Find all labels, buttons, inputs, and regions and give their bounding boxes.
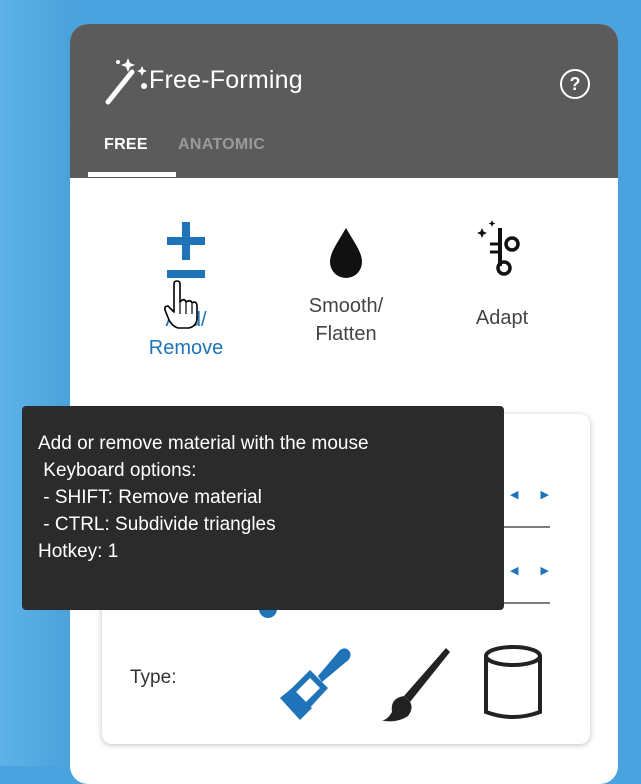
slider-2-arrows[interactable]: ◀▶ [510, 564, 571, 577]
background-left [0, 0, 74, 766]
tooltip: Add or remove material with the mouse Ke… [22, 406, 504, 610]
panel-title: Free-Forming [149, 66, 303, 94]
tool-smooth-flatten[interactable]: Smooth/ Flatten [266, 214, 426, 348]
help-circle-icon[interactable]: ? [560, 69, 590, 99]
tooltip-line-5: Hotkey: 1 [38, 541, 119, 562]
paint-brush-icon[interactable] [270, 640, 356, 726]
drop-icon [330, 228, 362, 278]
slider-1-arrows[interactable]: ◀▶ [510, 488, 571, 501]
active-tab-indicator [88, 172, 176, 177]
tooltip-line-4: - CTRL: Subdivide triangles [38, 514, 276, 535]
tooltip-line-1: Add or remove material with the mouse [38, 433, 369, 454]
tab-anatomic[interactable]: ANATOMIC [178, 136, 265, 154]
tab-free[interactable]: FREE [104, 136, 148, 154]
panel-header: Free-Forming ? FREE ANATOMIC [70, 24, 618, 178]
tool-smooth-label-2: Flatten [315, 323, 377, 345]
tooltip-line-2: Keyboard options: [38, 460, 197, 481]
tool-smooth-label-1: Smooth/ [308, 295, 384, 317]
type-label: Type: [130, 667, 177, 688]
thin-brush-icon[interactable] [376, 640, 456, 726]
magic-wand-icon [105, 58, 147, 105]
tool-add-remove-label-2: Remove [148, 337, 224, 359]
tooltip-line-3: - SHIFT: Remove material [38, 487, 262, 508]
plus-minus-icon [167, 222, 205, 278]
scissors-sparkle-icon [477, 220, 520, 276]
tool-adapt-label: Adapt [475, 307, 529, 329]
tool-adapt[interactable]: Adapt [422, 214, 582, 332]
hand-pointer-cursor-icon [164, 280, 198, 329]
cylinder-icon[interactable] [480, 640, 546, 726]
